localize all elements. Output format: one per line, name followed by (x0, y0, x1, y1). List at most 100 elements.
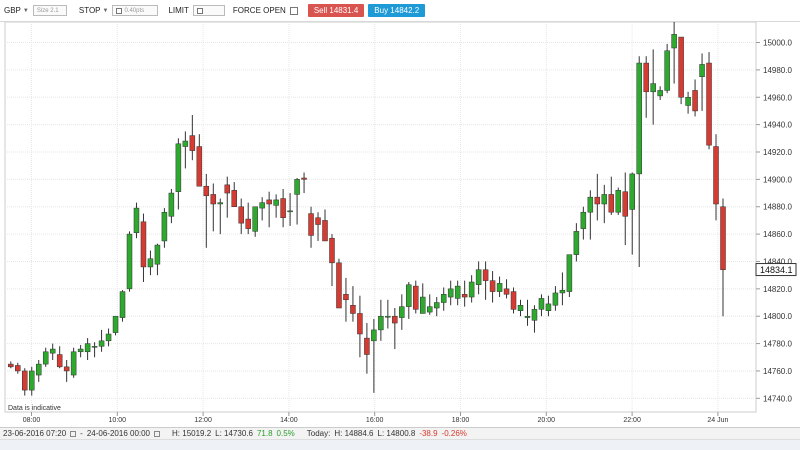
candle-body (566, 254, 573, 292)
candle-body (77, 348, 84, 353)
x-tick-label: 20:00 (538, 417, 556, 424)
candle-body (350, 305, 356, 314)
candle-body (357, 313, 363, 335)
candle-body (294, 179, 300, 195)
candle-body (126, 233, 133, 290)
y-tick-label: 14860.0 (763, 230, 792, 239)
candle-body (329, 237, 335, 264)
candle-body (482, 269, 489, 281)
candle-body (399, 306, 405, 318)
buy-button[interactable]: Buy 14842.2 (368, 4, 426, 17)
y-tick-label: 14760.0 (763, 367, 792, 376)
chevron-down-icon: ▼ (22, 7, 29, 14)
candle-body (245, 218, 251, 229)
stop-input[interactable]: 0.40pts (112, 5, 159, 16)
candle-body (601, 194, 608, 205)
range-to: 24-06-2016 00:00 (86, 429, 151, 438)
candle-body (461, 294, 468, 298)
candle-body (259, 202, 265, 209)
candle-body (636, 62, 642, 175)
y-tick-label: 14920.0 (763, 148, 792, 157)
x-tick-label: 08:00 (23, 417, 41, 424)
candle-body (510, 291, 517, 310)
indicative-note: Data is indicative (8, 405, 61, 412)
x-tick-label: 24 Jun (707, 417, 728, 424)
range-dash: - (80, 429, 83, 438)
candle-body (524, 315, 531, 318)
candle-body (517, 305, 524, 311)
calendar-icon[interactable] (154, 430, 161, 437)
market-select[interactable]: GBP ▼ (4, 6, 29, 15)
candle-body (622, 191, 628, 217)
candle-body (650, 83, 656, 93)
candle-body (426, 306, 433, 313)
y-tick-label: 14980.0 (763, 66, 792, 75)
candle-body (692, 90, 698, 112)
y-tick-label: 14940.0 (763, 121, 792, 130)
candle-body (98, 340, 105, 347)
candle-body (552, 292, 559, 306)
candle-body (371, 329, 377, 342)
candle-body (671, 34, 677, 49)
stop-select[interactable]: STOP ▼ (79, 6, 109, 15)
x-tick-label: 12:00 (194, 417, 212, 424)
y-tick-label: 14740.0 (763, 394, 792, 403)
candle-body (196, 146, 203, 187)
candle-body (413, 285, 419, 310)
x-tick-label: 22:00 (623, 417, 641, 424)
current-price-label: 14834.1 (760, 265, 793, 275)
candle-body (91, 346, 98, 348)
candle-body (140, 221, 147, 268)
candle-body (266, 199, 272, 205)
candle-body (657, 90, 663, 97)
candle-body (315, 217, 321, 225)
calendar-icon[interactable] (70, 430, 77, 437)
force-open-checkbox[interactable] (289, 6, 298, 15)
today-change: -38.9 (419, 429, 438, 438)
candle-body (70, 351, 77, 376)
today-high: H: 14884.6 (334, 429, 374, 438)
candle-body (559, 289, 566, 294)
candle-body (643, 62, 649, 93)
candle-body (336, 262, 342, 309)
candle-body (280, 198, 286, 218)
candle-body (573, 231, 580, 255)
limit-input[interactable] (192, 5, 225, 16)
stop-checkbox[interactable] (116, 7, 123, 14)
market-label: GBP (4, 6, 21, 15)
candle-body (175, 143, 182, 192)
candlestick-chart[interactable]: 15000.0 14980.0 14960.0 14940.0 14920.0 14900… (0, 22, 800, 427)
candle-body (531, 309, 538, 321)
candle-body (629, 173, 635, 210)
stop-label: STOP (78, 6, 101, 15)
size-input[interactable]: Size 2.1 (32, 5, 67, 16)
candle-body (664, 50, 670, 91)
candle-body (63, 366, 70, 372)
sell-button[interactable]: Sell 14831.4 (307, 4, 365, 17)
y-tick-label: 14820.0 (763, 285, 792, 294)
candle-body (189, 135, 196, 151)
candle-body (119, 291, 126, 318)
y-tick-label: 14880.0 (763, 203, 792, 212)
range-change: 71.8 (256, 429, 273, 438)
candle-body (28, 370, 35, 391)
limit-checkbox[interactable] (196, 7, 203, 14)
candle-body (182, 140, 189, 147)
x-tick-label: 18:00 (452, 417, 470, 424)
candle-body (42, 351, 49, 365)
x-tick-label: 10:00 (109, 417, 127, 424)
candle-body (22, 370, 28, 391)
status-bar: 23-06-2016 07:20 - 24-06-2016 00:00 H: 1… (0, 427, 800, 439)
candle-body (343, 294, 349, 301)
candle-body (147, 258, 154, 268)
candle-body (238, 206, 244, 224)
navigator-strip[interactable] (0, 439, 800, 450)
candle-body (308, 213, 314, 236)
candle-body (392, 315, 398, 324)
x-tick-label: 16:00 (366, 417, 384, 424)
candle-body (699, 64, 705, 77)
candle-body (15, 365, 21, 372)
candle-body (378, 315, 384, 331)
candle-body (720, 206, 726, 270)
candle-body (301, 177, 307, 180)
